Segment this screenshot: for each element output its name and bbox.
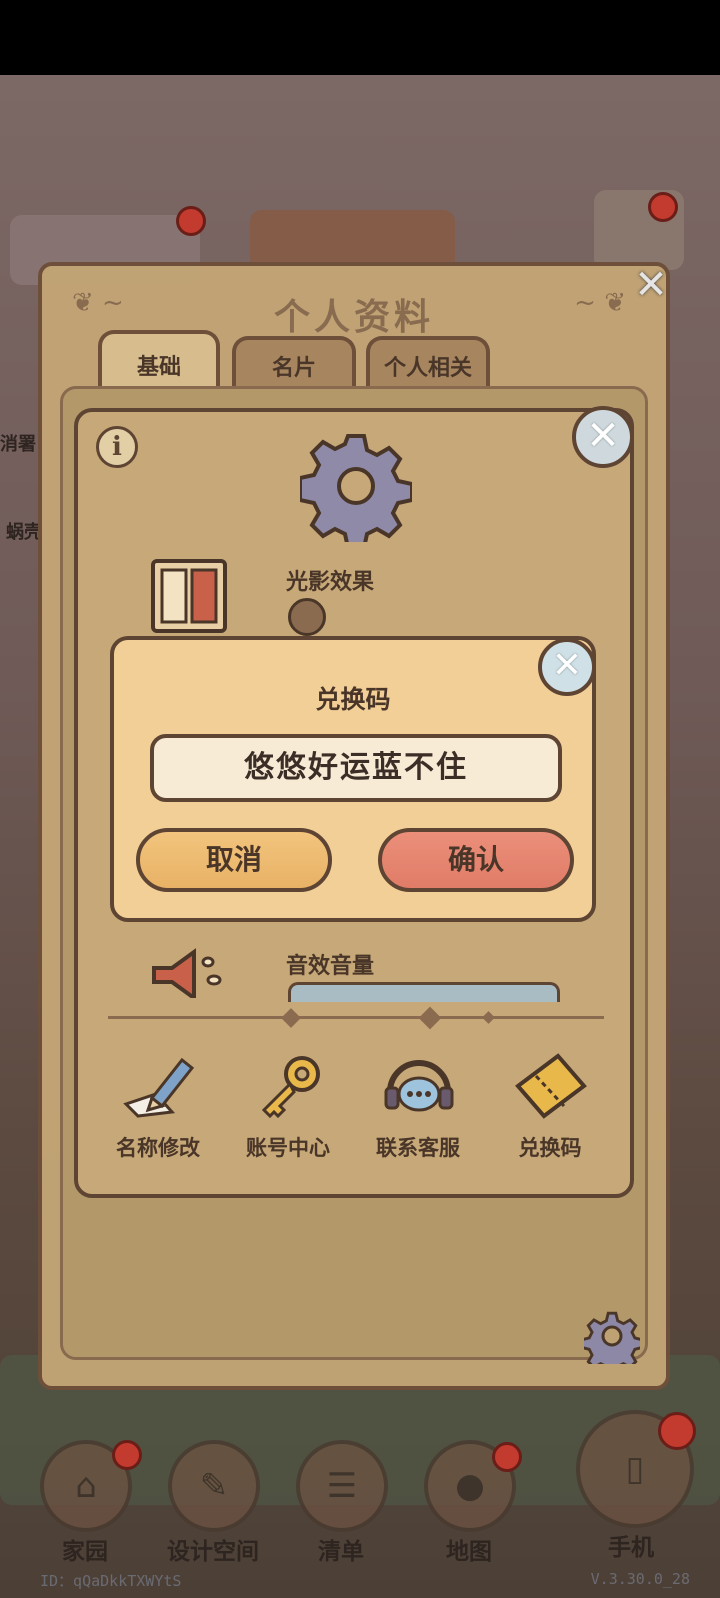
action-label: 账号中心 bbox=[246, 1136, 330, 1160]
redeem-code-button[interactable]: 兑换码 bbox=[490, 1052, 610, 1162]
notification-dot bbox=[176, 206, 206, 236]
side-label[interactable]: 蜗壳 bbox=[6, 518, 42, 544]
pencil-icon bbox=[123, 1057, 195, 1118]
divider bbox=[108, 1016, 604, 1019]
sound-volume-slider[interactable] bbox=[288, 982, 560, 1002]
gear-icon bbox=[300, 434, 412, 542]
redeem-dialog: 兑换码 ✕ 悠悠好运蓝不住 取消 确认 bbox=[110, 636, 596, 922]
window-icon bbox=[151, 559, 227, 633]
ticket-icon bbox=[515, 1053, 587, 1119]
account-center-button[interactable]: 账号中心 bbox=[228, 1052, 348, 1162]
cancel-button[interactable]: 取消 bbox=[136, 828, 332, 892]
divider-ornament bbox=[418, 1006, 442, 1030]
rename-button[interactable]: 名称修改 bbox=[98, 1052, 218, 1162]
nav-label: 设计空间 bbox=[167, 1539, 259, 1565]
close-button[interactable]: ✕ bbox=[572, 406, 634, 468]
dialog-title: 兑换码 bbox=[315, 685, 391, 714]
info-icon[interactable]: i bbox=[96, 426, 138, 468]
checklist-icon: ☰ bbox=[296, 1440, 388, 1532]
settings-gear-icon[interactable] bbox=[584, 1308, 640, 1364]
nav-design-space[interactable]: ✎ 设计空间 bbox=[158, 1440, 268, 1570]
notification-dot bbox=[648, 192, 678, 222]
divider-ornament bbox=[281, 1008, 301, 1028]
headset-icon bbox=[384, 1060, 454, 1112]
nav-label: 手机 bbox=[608, 1535, 654, 1561]
bg-banner bbox=[250, 210, 455, 270]
nav-phone[interactable]: ▯ 手机 bbox=[566, 1410, 696, 1561]
speaker-icon bbox=[152, 948, 222, 998]
player-id: ID：qQaDkkTXWYtS bbox=[40, 1572, 182, 1590]
key-icon bbox=[261, 1056, 320, 1119]
customer-service-button[interactable]: 联系客服 bbox=[358, 1052, 478, 1162]
status-bar bbox=[0, 0, 720, 75]
notification-dot bbox=[112, 1440, 142, 1470]
lighting-toggle[interactable] bbox=[288, 598, 326, 636]
confirm-button[interactable]: 确认 bbox=[378, 828, 574, 892]
lighting-label: 光影效果 bbox=[286, 570, 375, 595]
nav-label: 地图 bbox=[446, 1539, 492, 1565]
notification-dot bbox=[658, 1412, 696, 1450]
tab-card[interactable]: 名片 bbox=[232, 336, 356, 392]
tab-personal[interactable]: 个人相关 bbox=[366, 336, 490, 392]
action-label: 联系客服 bbox=[376, 1136, 460, 1160]
sound-label: 音效音量 bbox=[286, 954, 375, 979]
version-label: V.3.30.0_28 bbox=[590, 1570, 690, 1588]
divider-ornament bbox=[482, 1011, 495, 1024]
redeem-code-input[interactable]: 悠悠好运蓝不住 bbox=[150, 734, 562, 802]
action-label: 兑换码 bbox=[518, 1136, 582, 1160]
nav-home[interactable]: ⌂ 家园 bbox=[30, 1440, 142, 1570]
nav-checklist[interactable]: ☰ 清单 bbox=[286, 1440, 396, 1570]
close-button[interactable]: ✕ bbox=[538, 638, 596, 696]
action-label: 名称修改 bbox=[116, 1136, 200, 1160]
ruler-icon: ✎ bbox=[168, 1440, 260, 1532]
close-button[interactable]: ✕ bbox=[630, 264, 672, 306]
nav-map[interactable]: ● 地图 bbox=[414, 1440, 524, 1570]
side-label[interactable]: 消署 bbox=[0, 430, 36, 456]
notification-dot bbox=[492, 1442, 522, 1472]
nav-label: 家园 bbox=[62, 1539, 108, 1565]
nav-label: 清单 bbox=[318, 1539, 364, 1565]
